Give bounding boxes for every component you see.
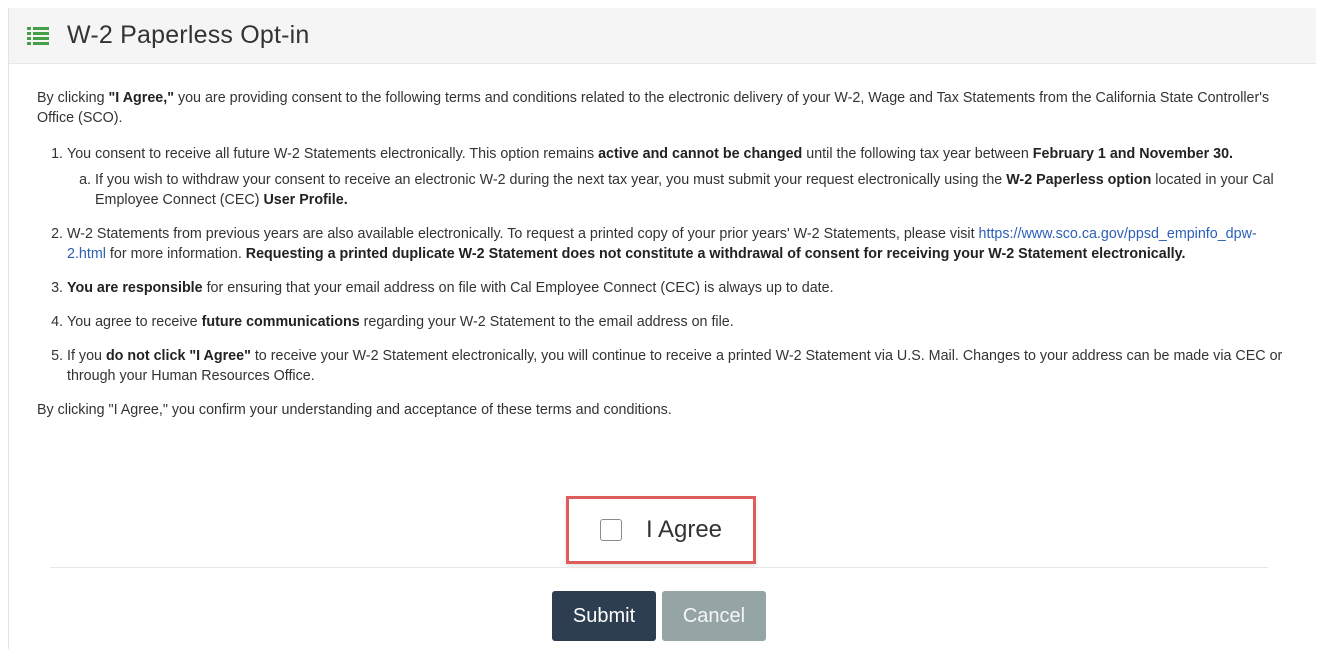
term1a-text-1: If you wish to withdraw your consent to … xyxy=(95,172,1007,188)
term3-bold-1: You are responsible xyxy=(67,280,203,296)
term-item-5: If you do not click "I Agree" to receive… xyxy=(67,346,1288,386)
term5-text-1: If you xyxy=(67,348,106,364)
term4-bold-1: future communications xyxy=(201,314,360,330)
i-agree-label[interactable]: I Agree xyxy=(646,516,722,544)
cancel-button[interactable]: Cancel xyxy=(662,591,766,641)
term2-bold-1: Requesting a printed duplicate W-2 State… xyxy=(245,246,1186,262)
term-item-1a: If you wish to withdraw your consent to … xyxy=(95,170,1288,210)
term1a-bold-1: W-2 Paperless option xyxy=(1006,172,1152,188)
term1-text-2: until the following tax year between xyxy=(802,146,1033,162)
intro-bold: "I Agree," xyxy=(108,90,174,106)
closing-paragraph: By clicking "I Agree," you confirm your … xyxy=(37,402,672,418)
term1-bold-2: February 1 and November 30. xyxy=(1032,146,1234,162)
term3-text-1: for ensuring that your email address on … xyxy=(202,280,834,296)
term-item-1: You consent to receive all future W-2 St… xyxy=(67,144,1288,210)
term1-text-1: You consent to receive all future W-2 St… xyxy=(67,146,599,162)
term1-bold-1: active and cannot be changed xyxy=(598,146,803,162)
panel-title: W-2 Paperless Opt-in xyxy=(67,21,310,49)
terms-content: By clicking "I Agree," you are providing… xyxy=(9,64,1316,420)
intro-paragraph: By clicking "I Agree," you are providing… xyxy=(37,88,1288,128)
list-icon xyxy=(27,26,49,45)
term-item-2: W-2 Statements from previous years are a… xyxy=(67,224,1288,264)
form-divider xyxy=(50,567,1268,568)
term4-text-1: You agree to receive xyxy=(67,314,202,330)
panel-header: W-2 Paperless Opt-in xyxy=(9,8,1316,64)
i-agree-checkbox[interactable] xyxy=(599,519,622,541)
i-agree-highlight[interactable]: I Agree xyxy=(566,496,756,564)
term2-text-2: for more information. xyxy=(105,246,246,262)
terms-list: You consent to receive all future W-2 St… xyxy=(37,144,1288,386)
submit-button[interactable]: Submit xyxy=(552,591,656,641)
term1a-bold-2: User Profile. xyxy=(263,192,348,208)
term4-text-2: regarding your W-2 Statement to the emai… xyxy=(359,314,734,330)
term-item-3: You are responsible for ensuring that yo… xyxy=(67,278,1288,298)
term5-bold-1: do not click "I Agree" xyxy=(105,348,251,364)
intro-prefix: By clicking xyxy=(37,90,109,106)
intro-rest: you are providing consent to the followi… xyxy=(37,90,1270,126)
term-item-4: You agree to receive future communicatio… xyxy=(67,312,1288,332)
term1-sublist: If you wish to withdraw your consent to … xyxy=(67,170,1288,210)
term2-text-1: W-2 Statements from previous years are a… xyxy=(67,226,979,242)
